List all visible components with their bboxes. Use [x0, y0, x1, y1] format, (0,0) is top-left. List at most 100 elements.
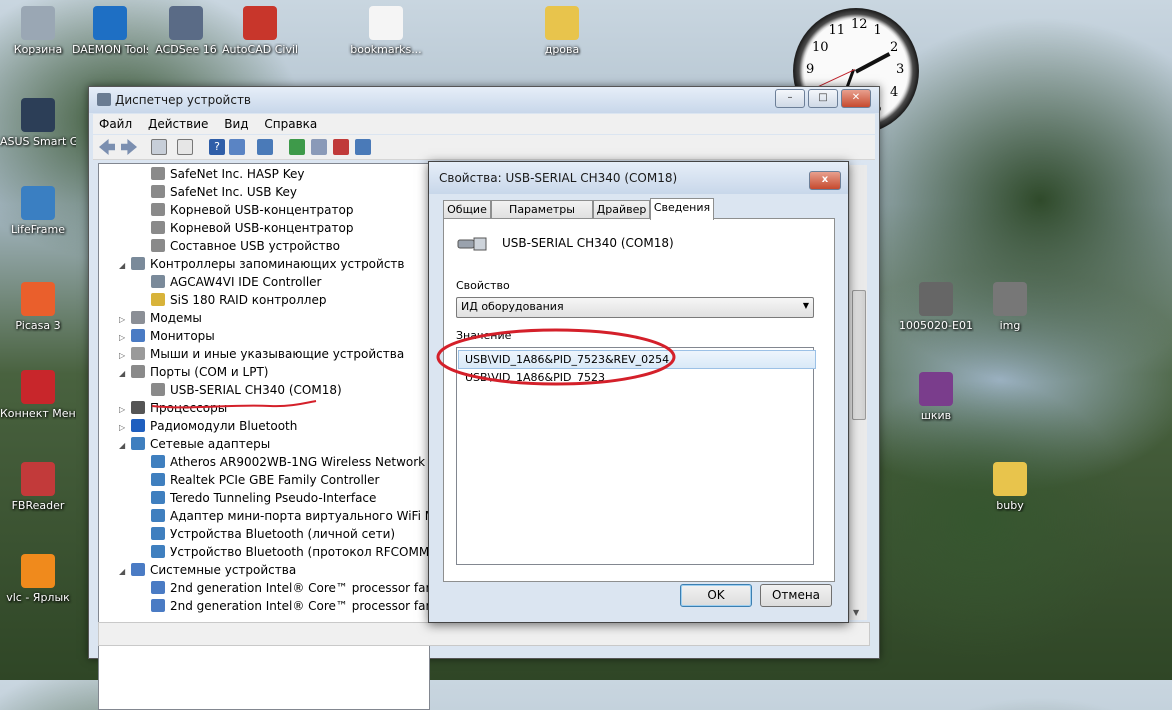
- desktop-icon-label: дрова: [544, 43, 580, 56]
- tab-details[interactable]: Сведения: [650, 198, 714, 220]
- back-arrow-icon[interactable]: [99, 139, 115, 155]
- properties-icon[interactable]: [177, 139, 193, 155]
- dialog-close-button[interactable]: x: [809, 171, 841, 190]
- maximize-button[interactable]: □: [808, 89, 838, 108]
- desktop-icon[interactable]: Корзина: [0, 6, 76, 56]
- tree-scrollbar[interactable]: ▼: [849, 165, 867, 620]
- tree-node-label: Порты (COM и LPT): [150, 365, 269, 379]
- expand-arrow-icon[interactable]: ◢: [119, 257, 131, 275]
- tree-node[interactable]: ▷ Мониторы: [119, 327, 215, 345]
- tab-port-settings[interactable]: Параметры порта: [491, 200, 593, 234]
- device-icon: [151, 275, 165, 288]
- update-driver-icon[interactable]: [289, 139, 305, 155]
- desktop-icon[interactable]: FBReader: [0, 462, 76, 512]
- desktop-icon-image: [21, 282, 55, 316]
- tree-node[interactable]: ◢ Контроллеры запоминающих устройств: [119, 255, 404, 273]
- property-dropdown[interactable]: ИД оборудования ▼: [456, 297, 814, 318]
- tree-node[interactable]: Адаптер мини-порта виртуального WiFi Mic…: [139, 507, 429, 525]
- device-icon: [131, 257, 145, 270]
- forward-arrow-icon[interactable]: [121, 139, 137, 155]
- device-manager-title: Диспетчер устройств: [115, 93, 252, 107]
- scroll-thumb[interactable]: [852, 290, 866, 420]
- desktop-icon[interactable]: ACDSee 16: [148, 6, 224, 56]
- desktop-icon[interactable]: LifeFrame: [0, 186, 76, 236]
- desktop-icon[interactable]: 1005020-E01: [898, 282, 974, 332]
- desktop-icon-image: [21, 6, 55, 40]
- tree-node[interactable]: Корневой USB-концентратор: [139, 201, 353, 219]
- tree-node[interactable]: 2nd generation Intel® Core™ processor fa…: [139, 579, 429, 597]
- device-icon: [151, 221, 165, 234]
- device-manager-titlebar[interactable]: Диспетчер устройств – □ ✕: [89, 87, 879, 113]
- tree-node[interactable]: SafeNet Inc. USB Key: [139, 183, 297, 201]
- menu-action[interactable]: Действие: [142, 114, 214, 134]
- desktop-icon[interactable]: DAEMON Tools Lite: [72, 6, 148, 56]
- tab-driver[interactable]: Драйвер: [593, 200, 650, 219]
- clock-numeral: 1: [873, 23, 882, 39]
- cancel-button[interactable]: Отмена: [760, 584, 832, 607]
- desktop-icon[interactable]: дрова: [524, 6, 600, 56]
- menu-help[interactable]: Справка: [258, 114, 323, 134]
- tree-node[interactable]: ▷ Мыши и иные указывающие устройства: [119, 345, 404, 363]
- menu-view[interactable]: Вид: [218, 114, 254, 134]
- tree-node-label: Realtek PCIe GBE Family Controller: [170, 473, 380, 487]
- uninstall-device-icon[interactable]: [333, 139, 349, 155]
- desktop-icon[interactable]: ASUS Smart Gesture: [0, 98, 76, 148]
- tree-node[interactable]: ▷ Радиомодули Bluetooth: [119, 417, 297, 435]
- tree-node[interactable]: SafeNet Inc. HASP Key: [139, 165, 304, 183]
- dialog-titlebar[interactable]: Свойства: USB-SERIAL CH340 (COM18) x: [429, 162, 848, 194]
- tree-node[interactable]: Teredo Tunneling Pseudo-Interface: [139, 489, 376, 507]
- expand-arrow-icon[interactable]: ◢: [119, 365, 131, 383]
- show-tree-icon[interactable]: [151, 139, 167, 155]
- expand-arrow-icon[interactable]: ◢: [119, 563, 131, 581]
- desktop-icon[interactable]: шкив: [898, 372, 974, 422]
- menu-file[interactable]: Файл: [93, 114, 138, 134]
- desktop-icon-image: [21, 462, 55, 496]
- tree-node[interactable]: Составное USB устройство: [139, 237, 340, 255]
- minimize-button[interactable]: –: [775, 89, 805, 108]
- scroll-down-arrow-icon[interactable]: ▼: [853, 608, 859, 617]
- ok-button[interactable]: OK: [680, 584, 752, 607]
- desktop-icon[interactable]: vlc - Ярлык: [0, 554, 76, 604]
- tree-node-label: USB-SERIAL CH340 (COM18): [170, 383, 342, 397]
- desktop-icon-image: [21, 554, 55, 588]
- device-icon: [151, 581, 165, 594]
- desktop-icon[interactable]: Picasa 3: [0, 282, 76, 332]
- tree-node[interactable]: Устройство Bluetooth (протокол RFCOMM TD: [139, 543, 429, 561]
- desktop-icon-image: [545, 6, 579, 40]
- tree-node[interactable]: SiS 180 RAID контроллер: [139, 291, 326, 309]
- desktop-icon[interactable]: AutoCAD Civil 3D 20...: [222, 6, 298, 56]
- tree-node[interactable]: Корневой USB-концентратор: [139, 219, 353, 237]
- tree-node[interactable]: Atheros AR9002WB-1NG Wireless Network Ad…: [139, 453, 429, 471]
- device-name: USB-SERIAL CH340 (COM18): [502, 236, 674, 250]
- tab-general[interactable]: Общие: [443, 200, 491, 219]
- dialog-title: Свойства: USB-SERIAL CH340 (COM18): [439, 171, 678, 185]
- enable-device-icon[interactable]: [355, 139, 371, 155]
- tree-node-label: Мыши и иные указывающие устройства: [150, 347, 405, 361]
- desktop-icon-image: [993, 462, 1027, 496]
- close-button[interactable]: ✕: [841, 89, 871, 108]
- tree-node[interactable]: ◢ Системные устройства: [119, 561, 296, 579]
- desktop-icon-label: Корзина: [13, 43, 63, 56]
- view-icon[interactable]: [229, 139, 245, 155]
- tree-node[interactable]: AGCAW4VI IDE Controller: [139, 273, 322, 291]
- tree-node[interactable]: 2nd generation Intel® Core™ processor fa…: [139, 597, 429, 615]
- tree-node[interactable]: ▷ Модемы: [119, 309, 202, 327]
- disable-device-icon[interactable]: [311, 139, 327, 155]
- clock-numeral: 2: [889, 39, 899, 55]
- tree-node[interactable]: ◢ Сетевые адаптеры: [119, 435, 270, 453]
- help-icon[interactable]: ?: [209, 139, 225, 155]
- device-icon: [151, 491, 165, 504]
- tree-node[interactable]: Устройства Bluetooth (личной сети): [139, 525, 395, 543]
- expand-arrow-icon[interactable]: ◢: [119, 437, 131, 455]
- tree-node[interactable]: Realtek PCIe GBE Family Controller: [139, 471, 379, 489]
- tree-node[interactable]: ◢ Порты (COM и LPT): [119, 363, 268, 381]
- desktop-icon[interactable]: buby: [972, 462, 1048, 512]
- desktop-icon-image: [93, 6, 127, 40]
- desktop-icon[interactable]: Коннект Менеджер: [0, 370, 76, 420]
- device-icon: [131, 365, 145, 378]
- desktop-icon-label: DAEMON Tools Lite: [72, 43, 148, 56]
- desktop-icon-image: [993, 282, 1027, 316]
- desktop-icon[interactable]: bookmarks...: [348, 6, 424, 56]
- desktop-icon[interactable]: img: [972, 282, 1048, 332]
- scan-hardware-icon[interactable]: [257, 139, 273, 155]
